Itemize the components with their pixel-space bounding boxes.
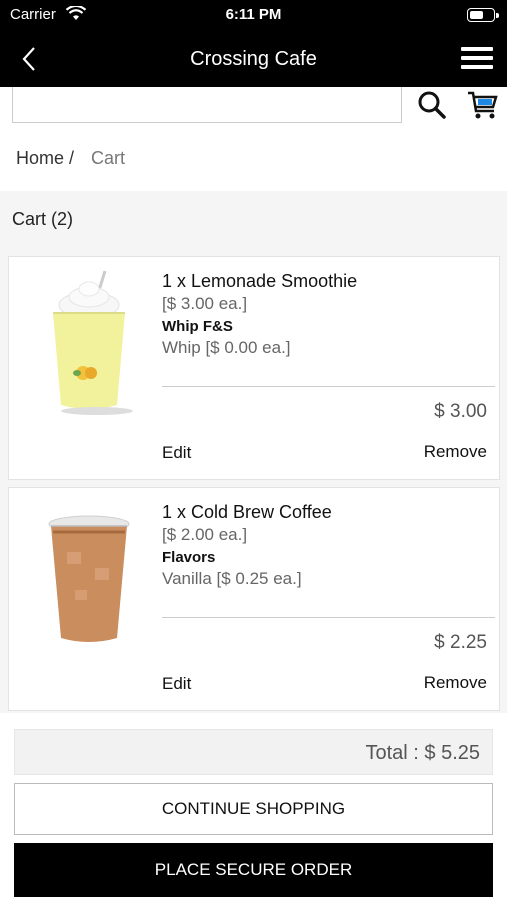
item-option-value: Whip [$ 0.00 ea.] [162, 338, 291, 357]
breadcrumb-home-link[interactable]: Home [16, 148, 64, 169]
cold-brew-coffee-image [48, 515, 130, 642]
item-unit-price: [$ 2.00 ea.] [162, 525, 248, 544]
item-line-total: $ 3.00 [434, 401, 487, 422]
place-secure-order-button[interactable]: PLACE SECURE ORDER [14, 843, 493, 897]
cart-footer: Total : $ 5.25 CONTINUE SHOPPING PLACE S… [0, 713, 507, 900]
hamburger-menu-icon[interactable] [461, 47, 493, 71]
edit-item-button[interactable]: Edit [162, 443, 191, 463]
cart-heading: Cart (2) [12, 209, 74, 229]
total-box: Total : $ 5.25 [14, 729, 493, 775]
divider [162, 617, 495, 618]
search-input[interactable] [12, 87, 402, 123]
clock: 6:11 PM [225, 6, 282, 23]
remove-item-button[interactable]: Remove [424, 673, 487, 693]
item-option-value: Vanilla [$ 0.25 ea.] [162, 569, 302, 588]
continue-shopping-button[interactable]: CONTINUE SHOPPING [14, 783, 493, 835]
page-title: Crossing Cafe [190, 48, 317, 70]
edit-item-button[interactable]: Edit [162, 674, 191, 694]
cart-item-card: 1 x Cold Brew Coffee [$ 2.00 ea.] Flavor… [8, 487, 500, 711]
item-name: 1 x Lemonade Smoothie [162, 271, 358, 291]
item-line-total: $ 2.25 [434, 632, 487, 653]
item-option-group: Flavors [162, 549, 216, 566]
remove-item-button[interactable]: Remove [424, 442, 487, 462]
cart-total: Total : $ 5.25 [365, 742, 480, 764]
breadcrumb-current: Cart [91, 148, 126, 168]
nav-bar: Crossing Cafe [0, 30, 507, 87]
item-option-group: Whip F&S [162, 318, 233, 335]
search-icon[interactable] [416, 89, 448, 121]
item-name: 1 x Cold Brew Coffee [162, 502, 332, 522]
status-bar: Carrier 6:11 PM [0, 0, 507, 30]
cart-item-card: 1 x Lemonade Smoothie [$ 3.00 ea.] Whip … [8, 256, 500, 480]
divider [162, 386, 495, 387]
breadcrumb: Home / Cart [0, 133, 507, 191]
search-bar [0, 87, 507, 133]
lemonade-smoothie-image [53, 270, 133, 415]
item-unit-price: [$ 3.00 ea.] [162, 294, 248, 313]
breadcrumb-separator: / [69, 148, 75, 168]
shopping-cart-icon[interactable] [466, 89, 500, 121]
battery-icon [467, 8, 499, 22]
